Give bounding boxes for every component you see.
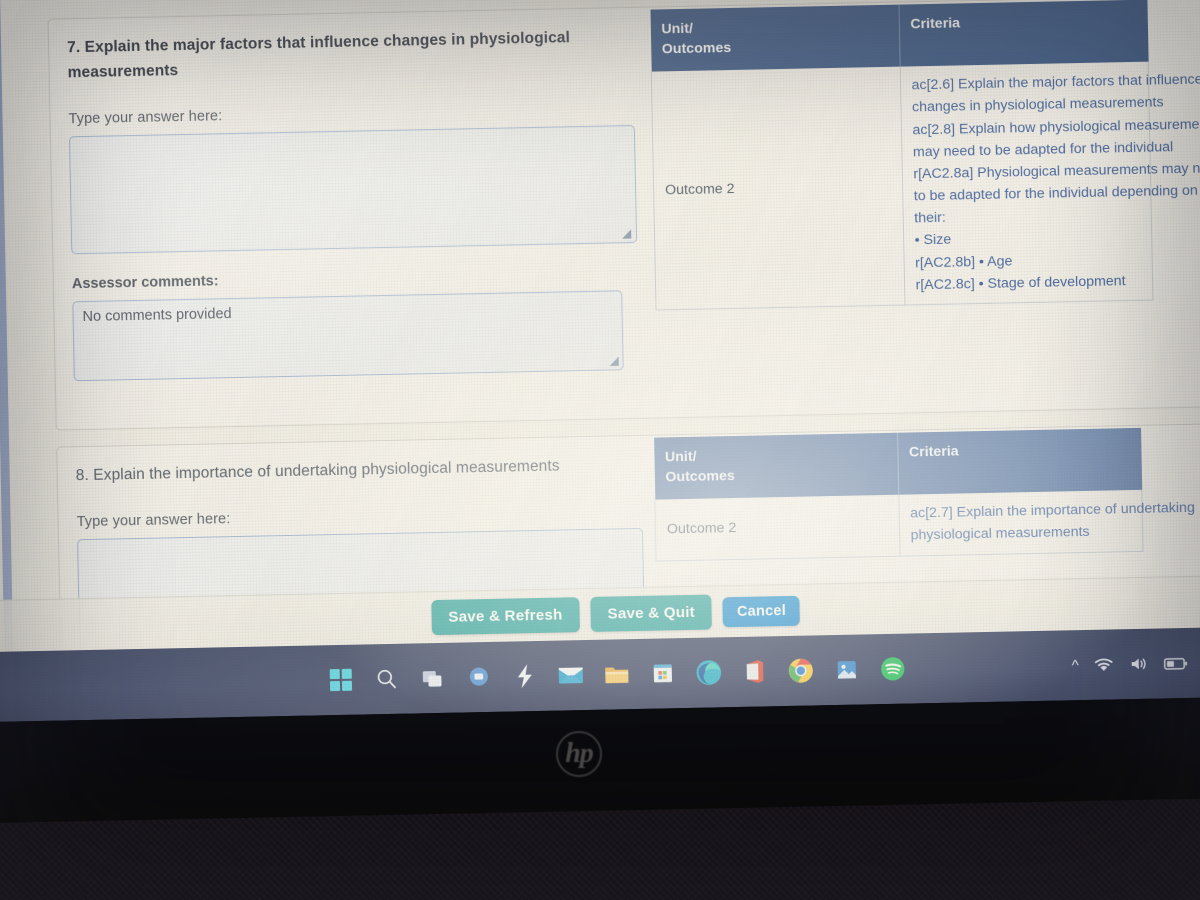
- lightning-bolt-icon: [517, 664, 532, 689]
- question-8-answer-label: Type your answer here:: [76, 511, 231, 531]
- resize-grip-icon[interactable]: ◢: [622, 226, 633, 240]
- table-header-row: Unit/ Outcomes Criteria: [650, 0, 1149, 72]
- criteria-table-7: Unit/ Outcomes Criteria Outcome 2 ac[2.6…: [650, 0, 1200, 310]
- criteria-line: physiological measurements: [910, 524, 1090, 544]
- office-button[interactable]: [741, 657, 770, 686]
- spotify-icon: [881, 657, 905, 681]
- chat-teams-icon: [469, 667, 488, 686]
- question-7-assessor-textarea[interactable]: No comments provided: [72, 290, 624, 382]
- power-automate-button[interactable]: [511, 662, 540, 691]
- criteria-table-8: Unit/ Outcomes Criteria Outcome 2 ac[2.7…: [653, 427, 1195, 561]
- resize-grip-icon[interactable]: ◢: [609, 354, 620, 368]
- cell-unit-outcome: Outcome 2: [654, 495, 900, 561]
- chevron-up-icon[interactable]: ^: [1072, 657, 1079, 674]
- photo-scene: hp ◢ 7. Explain the major factors that i…: [0, 0, 1200, 900]
- mail-button[interactable]: [557, 661, 586, 690]
- header-criteria: Criteria: [897, 427, 1142, 496]
- cancel-button[interactable]: Cancel: [722, 595, 801, 627]
- header-criteria: Criteria: [898, 0, 1149, 67]
- cell-criteria: ac[2.7] Explain the importance of undert…: [898, 490, 1195, 556]
- taskbar-icon-group: [0, 648, 1200, 701]
- table-row: Outcome 2 ac[2.6] Explain the major fact…: [651, 61, 1200, 310]
- edge-button[interactable]: [695, 658, 724, 687]
- speaker-volume-icon[interactable]: [1129, 656, 1149, 672]
- question-8-title: 8. Explain the importance of undertaking…: [75, 457, 560, 485]
- form-scroll-container[interactable]: ◢ 7. Explain the major factors that infl…: [47, 0, 1200, 677]
- task-view-button[interactable]: [419, 664, 448, 693]
- task-view-icon: [422, 671, 442, 687]
- edge-browser-icon: [696, 660, 722, 685]
- chrome-browser-icon: [788, 658, 813, 683]
- question-7-answer-label: Type your answer here:: [68, 108, 223, 128]
- photos-button[interactable]: [833, 656, 862, 685]
- table-header-row: Unit/ Outcomes Criteria: [653, 427, 1142, 500]
- question-7-left-column: 7. Explain the major factors that influe…: [67, 24, 659, 382]
- header-unit-line2: Outcomes: [665, 468, 735, 486]
- search-icon: [377, 669, 396, 689]
- question-card-7: 7. Explain the major factors that influe…: [47, 0, 1200, 431]
- save-quit-button[interactable]: Save & Quit: [590, 594, 713, 632]
- folder-icon: [605, 667, 629, 684]
- laptop-screen: ◢ 7. Explain the major factors that infl…: [0, 0, 1200, 722]
- question-7-answer-textarea[interactable]: [68, 125, 638, 255]
- question-7-title: 7. Explain the major factors that influe…: [66, 29, 571, 82]
- chat-button[interactable]: [465, 663, 494, 692]
- microsoft-store-button[interactable]: [649, 659, 678, 688]
- windows-start-icon: [329, 668, 353, 692]
- spotify-button[interactable]: [879, 655, 908, 684]
- criteria-line: r[AC2.8c] • Stage of development: [915, 272, 1126, 294]
- microsoft-store-icon: [653, 664, 672, 683]
- file-explorer-button[interactable]: [603, 660, 632, 689]
- header-unit-line2: Outcomes: [661, 40, 732, 58]
- hp-logo-icon: hp: [556, 731, 602, 777]
- search-button[interactable]: [373, 665, 402, 694]
- save-refresh-button[interactable]: Save & Refresh: [430, 597, 580, 636]
- wifi-icon[interactable]: [1094, 656, 1114, 672]
- chrome-button[interactable]: [787, 656, 816, 685]
- start-button[interactable]: [327, 666, 356, 695]
- table-row: Outcome 2 ac[2.7] Explain the importance…: [654, 490, 1195, 561]
- question-7-assessor-label: Assessor comments:: [71, 273, 219, 293]
- photos-picture-icon: [837, 661, 856, 679]
- header-unit-outcomes: Unit/ Outcomes: [650, 4, 900, 72]
- header-unit-line1: Unit/: [661, 20, 694, 38]
- header-unit-line1: Unit/: [664, 448, 697, 466]
- cell-criteria: ac[2.6] Explain the major factors that i…: [899, 61, 1200, 305]
- cell-unit-outcome: Outcome 2: [651, 66, 905, 310]
- header-unit-outcomes: Unit/ Outcomes: [653, 432, 899, 500]
- mail-envelope-icon: [558, 667, 584, 684]
- system-tray: ^ 21/04/: [1072, 653, 1200, 674]
- office-icon: [746, 660, 764, 683]
- battery-icon[interactable]: [1163, 655, 1188, 670]
